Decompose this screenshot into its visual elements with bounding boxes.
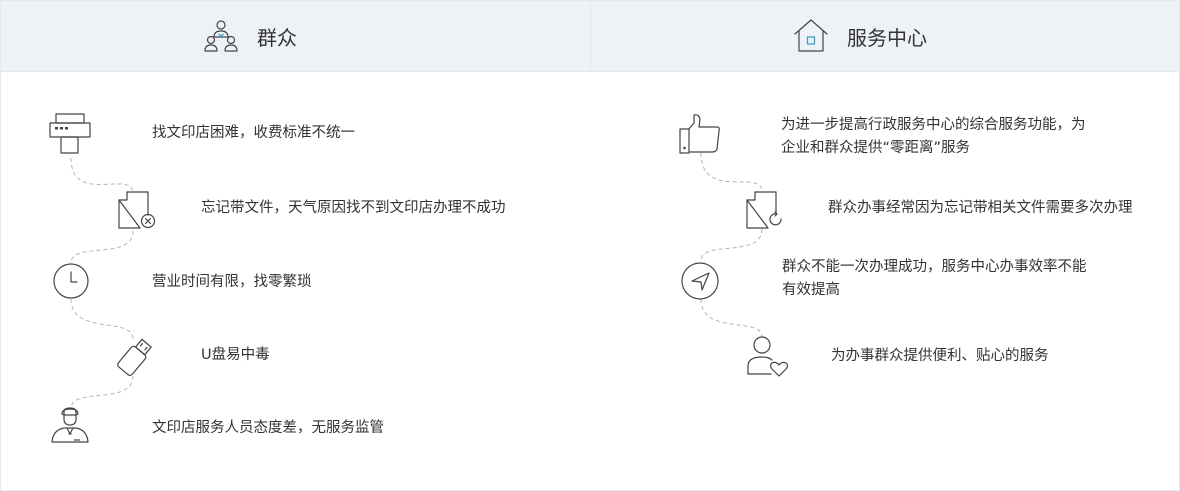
- file-refresh-icon: [746, 191, 782, 229]
- left-item-1: 找文印店困难，收费标准不统一: [152, 125, 355, 141]
- left-item-5: 文印店服务人员态度差，无服务监管: [152, 420, 384, 436]
- right-item-3-line1: 群众不能一次办理成功，服务中心办事效率不能: [782, 259, 1087, 275]
- right-item-2-line1: 群众办事经常因为忘记带相关文件需要多次办理: [828, 200, 1133, 216]
- user-heart-icon: [747, 336, 789, 377]
- right-item-4: 为办事群众提供便利、贴心的服务: [831, 345, 1049, 368]
- connector-right-1: [700, 152, 763, 192]
- printer-icon: [49, 113, 91, 154]
- connector-left-1: [70, 157, 134, 194]
- thumbs-up-icon: [679, 114, 720, 154]
- right-item-1: 为进一步提高行政服务中心的综合服务功能，为 企业和群众提供“零距离”服务: [781, 114, 1086, 160]
- comparison-panel: 群众 服务中心 找文印店困难，收费标准不统一 忘记带文件，天气原因找不到文印店办…: [0, 0, 1180, 491]
- right-item-3-line2: 有效提高: [782, 282, 840, 298]
- connector-right-3: [700, 298, 763, 338]
- staff-icon: [51, 407, 89, 443]
- right-item-4-line1: 为办事群众提供便利、贴心的服务: [831, 348, 1049, 364]
- connector-left-4: [70, 375, 134, 410]
- right-item-1-line1: 为进一步提高行政服务中心的综合服务功能，为: [781, 117, 1086, 133]
- connector-left-2: [70, 230, 134, 264]
- usb-drive-icon: [117, 338, 152, 376]
- right-item-1-line2: 企业和群众提供“零距离”服务: [781, 140, 971, 156]
- left-item-3: 营业时间有限，找零繁琐: [152, 274, 312, 290]
- left-item-4: U盘易中毒: [201, 347, 270, 363]
- clock-icon: [53, 263, 89, 299]
- navigation-icon: [681, 262, 719, 300]
- right-item-3: 群众不能一次办理成功，服务中心办事效率不能 有效提高: [782, 256, 1087, 302]
- right-item-2: 群众办事经常因为忘记带相关文件需要多次办理: [828, 197, 1133, 220]
- connector-right-2: [700, 228, 763, 262]
- left-item-2: 忘记带文件，天气原因找不到文印店办理不成功: [201, 200, 506, 216]
- file-cancel-icon: [118, 191, 156, 229]
- connector-left-3: [70, 298, 134, 340]
